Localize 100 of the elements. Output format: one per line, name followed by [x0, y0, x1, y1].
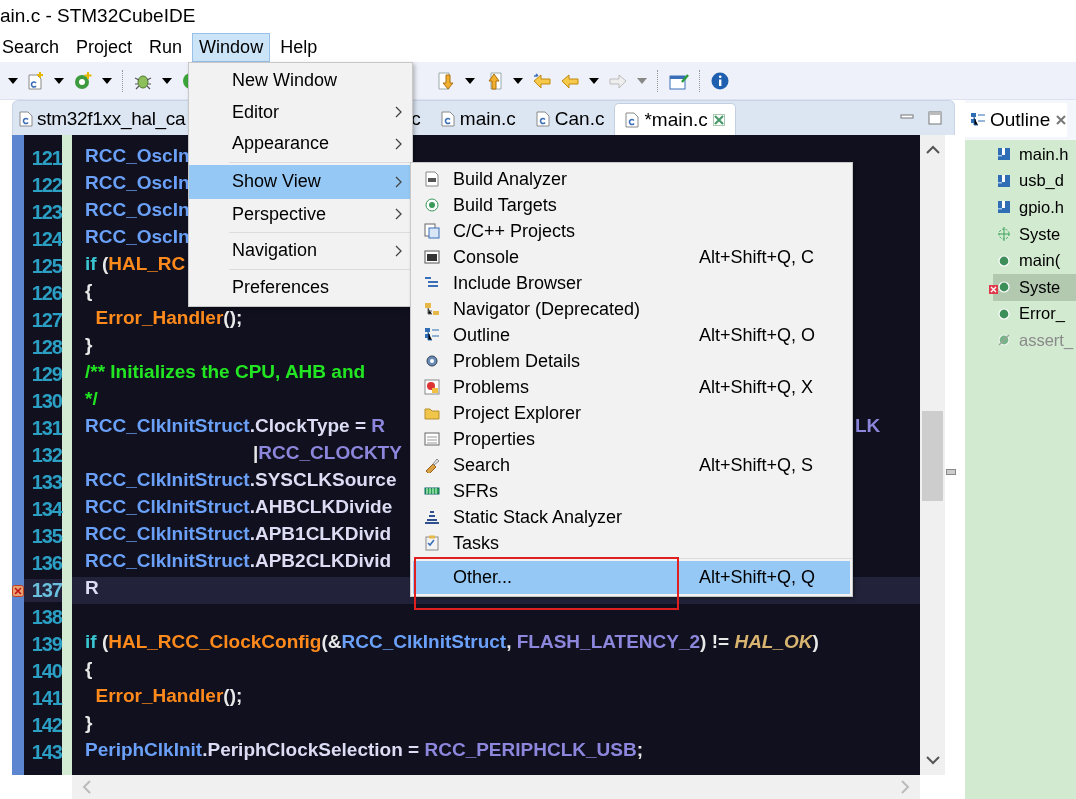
line-number: 131 [30, 417, 62, 440]
maximize-icon[interactable] [928, 111, 942, 125]
line-number: 139 [30, 633, 62, 656]
menu-item[interactable]: Properties [411, 426, 852, 452]
line-number: 128 [30, 336, 62, 359]
menu-item[interactable]: Problems Alt+Shift+Q, X [411, 374, 852, 400]
line-number: 133 [30, 471, 62, 494]
c-file-icon [535, 111, 550, 127]
header-file-icon [998, 201, 1010, 214]
info-icon[interactable] [711, 71, 729, 90]
menu-item[interactable]: Help [273, 32, 325, 62]
window-title: ain.c - STM32CubeIDE [0, 5, 196, 26]
editor-tab[interactable]: Can.c [525, 103, 615, 135]
menu-item[interactable]: Static Stack Analyzer [411, 504, 852, 530]
menu-item[interactable]: Outline Alt+Shift+Q, O [411, 322, 852, 348]
scroll-down-icon[interactable] [925, 756, 940, 765]
menu-item[interactable]: Preferences [189, 271, 412, 303]
chip-icon [424, 486, 440, 496]
struct-icon [997, 227, 1011, 242]
code-line: RCC_OscIn [85, 199, 190, 220]
last-edit-icon[interactable] [533, 72, 551, 89]
caret-icon[interactable] [8, 77, 18, 84]
close-icon[interactable] [712, 113, 725, 126]
code-line: |RCC_CLOCKTY [252, 442, 402, 463]
previous-annotation-icon[interactable] [485, 70, 503, 91]
line-number: 125 [30, 255, 62, 278]
menu-item[interactable]: Problem Details [411, 348, 852, 374]
editor-tab[interactable]: *main.c [614, 103, 736, 135]
back-arrow-icon[interactable] [561, 72, 579, 89]
line-number: 134 [30, 498, 62, 521]
code-line: if (HAL_RC [85, 253, 186, 274]
line-number: 127 [30, 309, 62, 332]
outline-item[interactable]: usb_d [993, 167, 1076, 195]
new-file-icon[interactable] [28, 71, 44, 90]
menu-item[interactable]: Project [69, 32, 140, 62]
outline-item[interactable]: gpio.h [993, 194, 1076, 221]
outline-item[interactable]: Syste [993, 220, 1076, 248]
menu-item[interactable]: Show View [189, 164, 412, 199]
outline-item[interactable]: Error_ [993, 300, 1076, 328]
editor-tab[interactable]: stm32f1xx_hal_ca [13, 103, 186, 135]
menu-item[interactable]: Project Explorer [411, 400, 852, 426]
flashlight-icon [424, 457, 440, 473]
line-number: 136 [30, 552, 62, 575]
scroll-up-icon[interactable] [925, 145, 940, 154]
code-text: LK [855, 415, 881, 437]
menu-item[interactable]: Navigation [189, 235, 412, 267]
ruler-mark[interactable] [946, 469, 956, 475]
line-number: 126 [30, 282, 62, 305]
new-class-icon[interactable] [74, 71, 92, 90]
menu-item[interactable]: New Window [189, 65, 412, 97]
caret-icon[interactable] [513, 77, 523, 84]
next-annotation-icon[interactable] [437, 70, 455, 91]
folder-icon [424, 406, 440, 420]
line-number: 140 [30, 660, 62, 683]
close-icon[interactable] [1055, 114, 1068, 126]
projects-icon [424, 223, 440, 239]
caret-icon[interactable] [465, 77, 475, 84]
menu-item[interactable]: C/C++ Projects [411, 218, 852, 244]
menu-item[interactable]: Appearance [189, 128, 412, 160]
view-tab[interactable]: Outline [965, 103, 1068, 137]
submenu-chevron-icon [395, 244, 402, 257]
navigator-icon [424, 302, 440, 316]
submenu-chevron-icon [395, 106, 402, 119]
menu-item[interactable]: Perspective [189, 198, 412, 230]
menu-item[interactable]: Console Alt+Shift+Q, C [411, 244, 852, 270]
caret-icon[interactable] [102, 77, 112, 84]
menu-item[interactable]: Other... Alt+Shift+Q, Q [413, 561, 850, 594]
header-file-icon [998, 174, 1010, 187]
code-line: Error_Handler(); [94, 685, 243, 706]
line-number: 124 [30, 228, 62, 251]
menu-item[interactable]: Search [0, 32, 67, 62]
tasks-icon [424, 535, 440, 551]
menu-item[interactable]: Build Analyzer [411, 166, 852, 192]
menu-item[interactable]: Window [192, 32, 271, 62]
caret-icon[interactable] [54, 77, 64, 84]
line-number: 142 [30, 714, 62, 737]
code-line: { [85, 280, 93, 301]
disabled-function-icon [998, 334, 1010, 347]
function-icon [998, 254, 1010, 267]
menu-item[interactable]: SFRs [411, 478, 852, 504]
menu-item[interactable]: Search Alt+Shift+Q, S [411, 452, 852, 478]
menu-item[interactable]: Tasks [411, 530, 852, 556]
problems-icon [424, 379, 440, 395]
code-line: { [85, 658, 93, 679]
menu-item[interactable]: Run [142, 32, 190, 62]
code-line: /** Initializes the CPU, AHB and [85, 361, 366, 382]
menu-item[interactable]: Build Targets [411, 192, 852, 218]
caret-icon[interactable] [589, 77, 599, 84]
menu-item[interactable]: Editor [189, 96, 412, 128]
c-file-icon [625, 111, 640, 128]
error-marker-icon [12, 584, 24, 597]
line-number: 138 [30, 606, 62, 629]
scrollbar-thumb[interactable] [922, 411, 943, 501]
outline-item[interactable]: main.h [993, 141, 1076, 168]
code-line: RCC_ClkInitStruct.ClockType = R [85, 415, 386, 436]
menu-item[interactable]: Include Browser [411, 270, 852, 296]
editor-tab[interactable]: main.c [430, 103, 526, 135]
menu-item[interactable]: Navigator (Deprecated) [411, 296, 852, 322]
outline-item[interactable]: main( [993, 247, 1076, 274]
caret-icon[interactable] [162, 77, 172, 84]
